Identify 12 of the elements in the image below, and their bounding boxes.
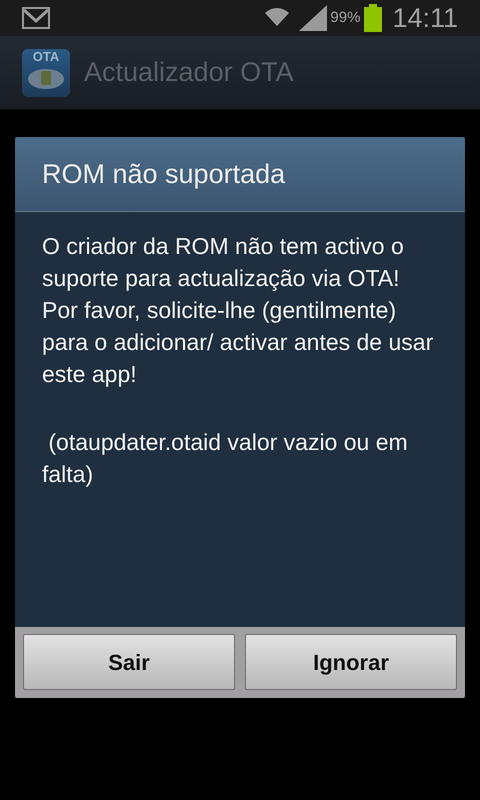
app-icon: OTA [22, 48, 70, 96]
dialog-message: O criador da ROM não tem activo o suporte para actualização via OTA! Por favor, solicite-lhe (gentilmente) para o adicionar/ activar antes de usar este app! [42, 232, 434, 389]
app-title: Actualizador OTA [84, 56, 294, 90]
battery-icon [364, 4, 382, 32]
dialog-button[interactable]: Sair [23, 634, 235, 690]
mail-icon [22, 7, 50, 29]
dialog-title: ROM não suportada [42, 158, 286, 191]
battery-percent: 99% [330, 8, 360, 28]
dialog-button[interactable]: Ignorar [245, 634, 457, 690]
dialog-message: (otaupdater.otaid valor vazio ou em falta) [42, 428, 409, 489]
signal-icon [299, 5, 328, 31]
clock: 14:11 [392, 2, 458, 35]
